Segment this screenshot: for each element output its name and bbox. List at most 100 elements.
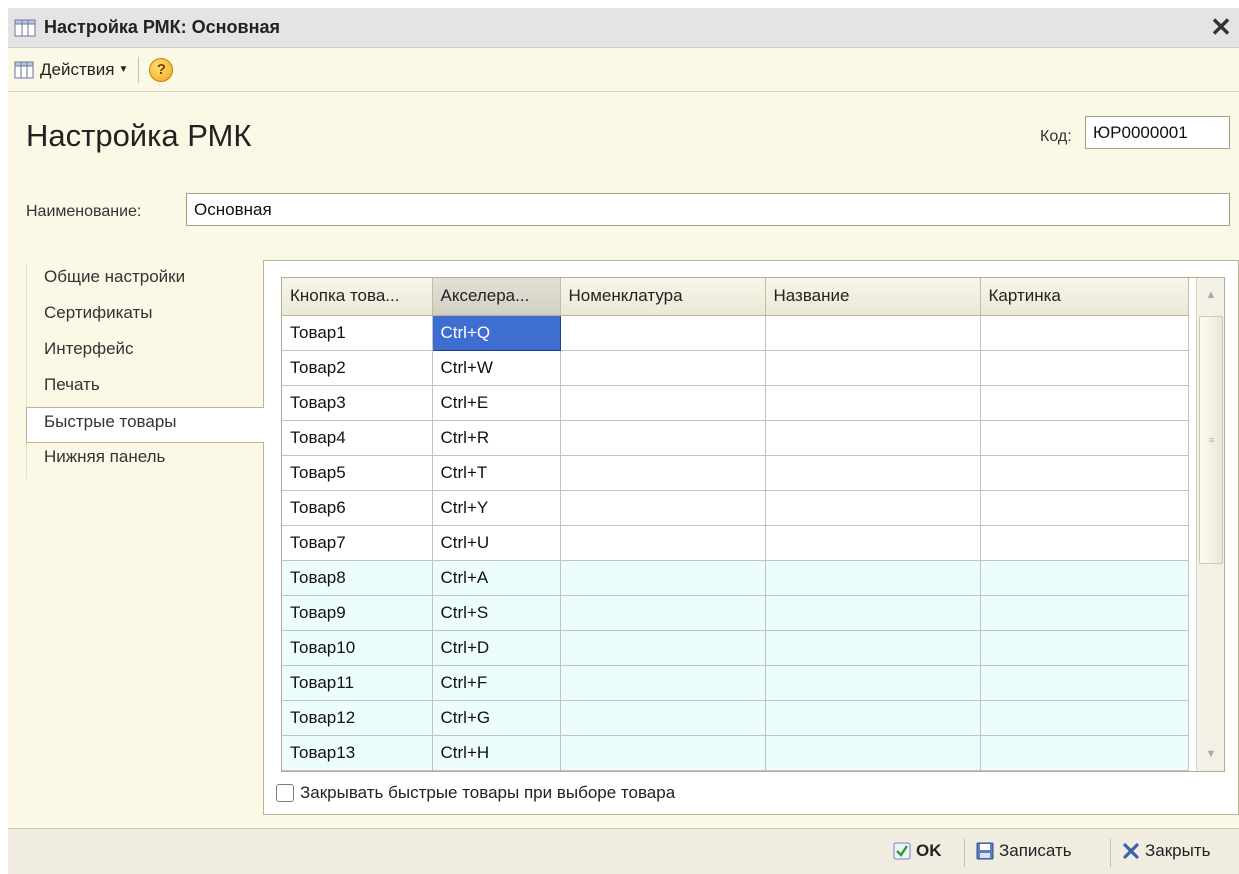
save-button[interactable]: Записать [976,841,1072,861]
table-cell[interactable]: Товар5 [282,455,433,491]
table-cell[interactable]: Товар2 [282,350,433,386]
table-cell[interactable] [980,385,1189,421]
table-cell[interactable] [765,525,981,561]
table-cell[interactable] [765,630,981,666]
table-cell[interactable] [560,490,766,526]
table-cell[interactable]: Ctrl+U [432,525,561,561]
tab-quick-products[interactable]: Быстрые товары [26,407,264,443]
table-cell[interactable] [560,630,766,666]
actions-menu-button[interactable]: Действия ▼ [40,60,128,80]
table-cell[interactable]: Ctrl+W [432,350,561,386]
column-header-picture[interactable]: Картинка [980,278,1189,316]
table-cell[interactable] [980,665,1189,701]
name-field[interactable]: Основная [186,193,1230,226]
table-cell[interactable] [765,735,981,771]
close-icon[interactable]: ✕ [1207,12,1235,42]
table-cell[interactable]: Ctrl+A [432,560,561,596]
table-cell[interactable]: Товар10 [282,630,433,666]
table-cell-selected[interactable]: Ctrl+Q [431,314,561,351]
table-cell[interactable] [560,455,766,491]
table-cell[interactable] [765,560,981,596]
code-field[interactable]: ЮР0000001 [1085,116,1230,149]
tab-bottom-panel[interactable]: Нижняя панель [26,443,266,479]
tab-certificates[interactable]: Сертификаты [26,299,266,335]
table-cell[interactable]: Ctrl+E [432,385,561,421]
table-row[interactable]: Товар1 Ctrl+Q [282,314,1189,351]
table-row[interactable]: Товар6 Ctrl+Y [282,490,1189,526]
tab-interface[interactable]: Интерфейс [26,335,266,371]
vertical-scrollbar[interactable]: ▲ ≡ ▼ [1196,278,1224,771]
table-row[interactable]: Товар9 Ctrl+S [282,595,1189,631]
table-cell[interactable] [980,700,1189,736]
quick-products-table[interactable]: Кнопка това... Акселера... Номенклатура … [281,277,1225,772]
table-row[interactable]: Товар11 Ctrl+F [282,665,1189,701]
column-header-button[interactable]: Кнопка това... [282,278,433,316]
table-cell[interactable] [560,560,766,596]
table-cell[interactable]: Товар3 [282,385,433,421]
table-cell[interactable]: Товар8 [282,560,433,596]
table-cell[interactable]: Ctrl+Y [432,490,561,526]
table-cell[interactable] [560,350,766,386]
checkbox-box[interactable] [276,784,294,802]
table-row[interactable]: Товар13 Ctrl+H [282,735,1189,771]
close-button[interactable]: Закрыть [1122,841,1210,861]
table-cell[interactable] [980,525,1189,561]
table-cell[interactable] [765,420,981,456]
table-cell[interactable] [765,315,981,351]
table-cell[interactable]: Ctrl+D [432,630,561,666]
ok-button[interactable]: OK [893,841,942,861]
table-cell[interactable]: Товар9 [282,595,433,631]
table-cell[interactable] [560,525,766,561]
table-row[interactable]: Товар7 Ctrl+U [282,525,1189,561]
table-cell[interactable]: Товар4 [282,420,433,456]
table-cell[interactable] [765,595,981,631]
table-cell[interactable] [765,455,981,491]
table-row[interactable]: Товар4 Ctrl+R [282,420,1189,456]
help-icon[interactable]: ? [149,57,174,82]
table-cell[interactable]: Товар11 [282,665,433,701]
table-cell[interactable] [980,315,1189,351]
table-cell[interactable]: Ctrl+S [432,595,561,631]
table-cell[interactable] [560,595,766,631]
table-cell[interactable] [560,665,766,701]
table-cell[interactable] [765,385,981,421]
table-cell[interactable] [980,735,1189,771]
table-cell[interactable] [980,350,1189,386]
scroll-down-icon[interactable]: ▼ [1197,739,1224,769]
table-cell[interactable]: Ctrl+H [432,735,561,771]
table-cell[interactable] [765,700,981,736]
table-cell[interactable]: Товар1 [282,315,433,351]
column-header-nomenclature[interactable]: Номенклатура [560,278,766,316]
table-cell[interactable]: Товар13 [282,735,433,771]
table-cell[interactable]: Товар6 [282,490,433,526]
column-header-name[interactable]: Название [765,278,981,316]
table-cell[interactable] [765,350,981,386]
table-cell[interactable]: Ctrl+R [432,420,561,456]
table-cell[interactable] [765,665,981,701]
table-cell[interactable] [980,595,1189,631]
table-cell[interactable] [560,700,766,736]
table-cell[interactable] [765,490,981,526]
table-row[interactable]: Товар10 Ctrl+D [282,630,1189,666]
table-cell[interactable] [560,315,766,351]
tab-print[interactable]: Печать [26,371,266,407]
table-row[interactable]: Товар2 Ctrl+W [282,350,1189,386]
column-header-accelerator[interactable]: Акселера... [432,278,561,316]
tab-general-settings[interactable]: Общие настройки [26,263,266,299]
table-cell[interactable]: Ctrl+T [432,455,561,491]
table-row[interactable]: Товар3 Ctrl+E [282,385,1189,421]
table-cell[interactable]: Товар7 [282,525,433,561]
scroll-up-icon[interactable]: ▲ [1197,280,1224,310]
table-cell[interactable] [980,455,1189,491]
scrollbar-thumb[interactable]: ≡ [1199,316,1223,564]
table-row[interactable]: Товар5 Ctrl+T [282,455,1189,491]
table-cell[interactable] [560,735,766,771]
table-cell[interactable]: Ctrl+F [432,665,561,701]
table-cell[interactable] [560,420,766,456]
table-cell[interactable]: Товар12 [282,700,433,736]
table-cell[interactable] [980,560,1189,596]
table-row[interactable]: Товар8 Ctrl+A [282,560,1189,596]
close-quick-products-checkbox[interactable]: Закрывать быстрые товары при выборе това… [276,783,675,803]
table-cell[interactable] [980,490,1189,526]
table-cell[interactable] [980,420,1189,456]
